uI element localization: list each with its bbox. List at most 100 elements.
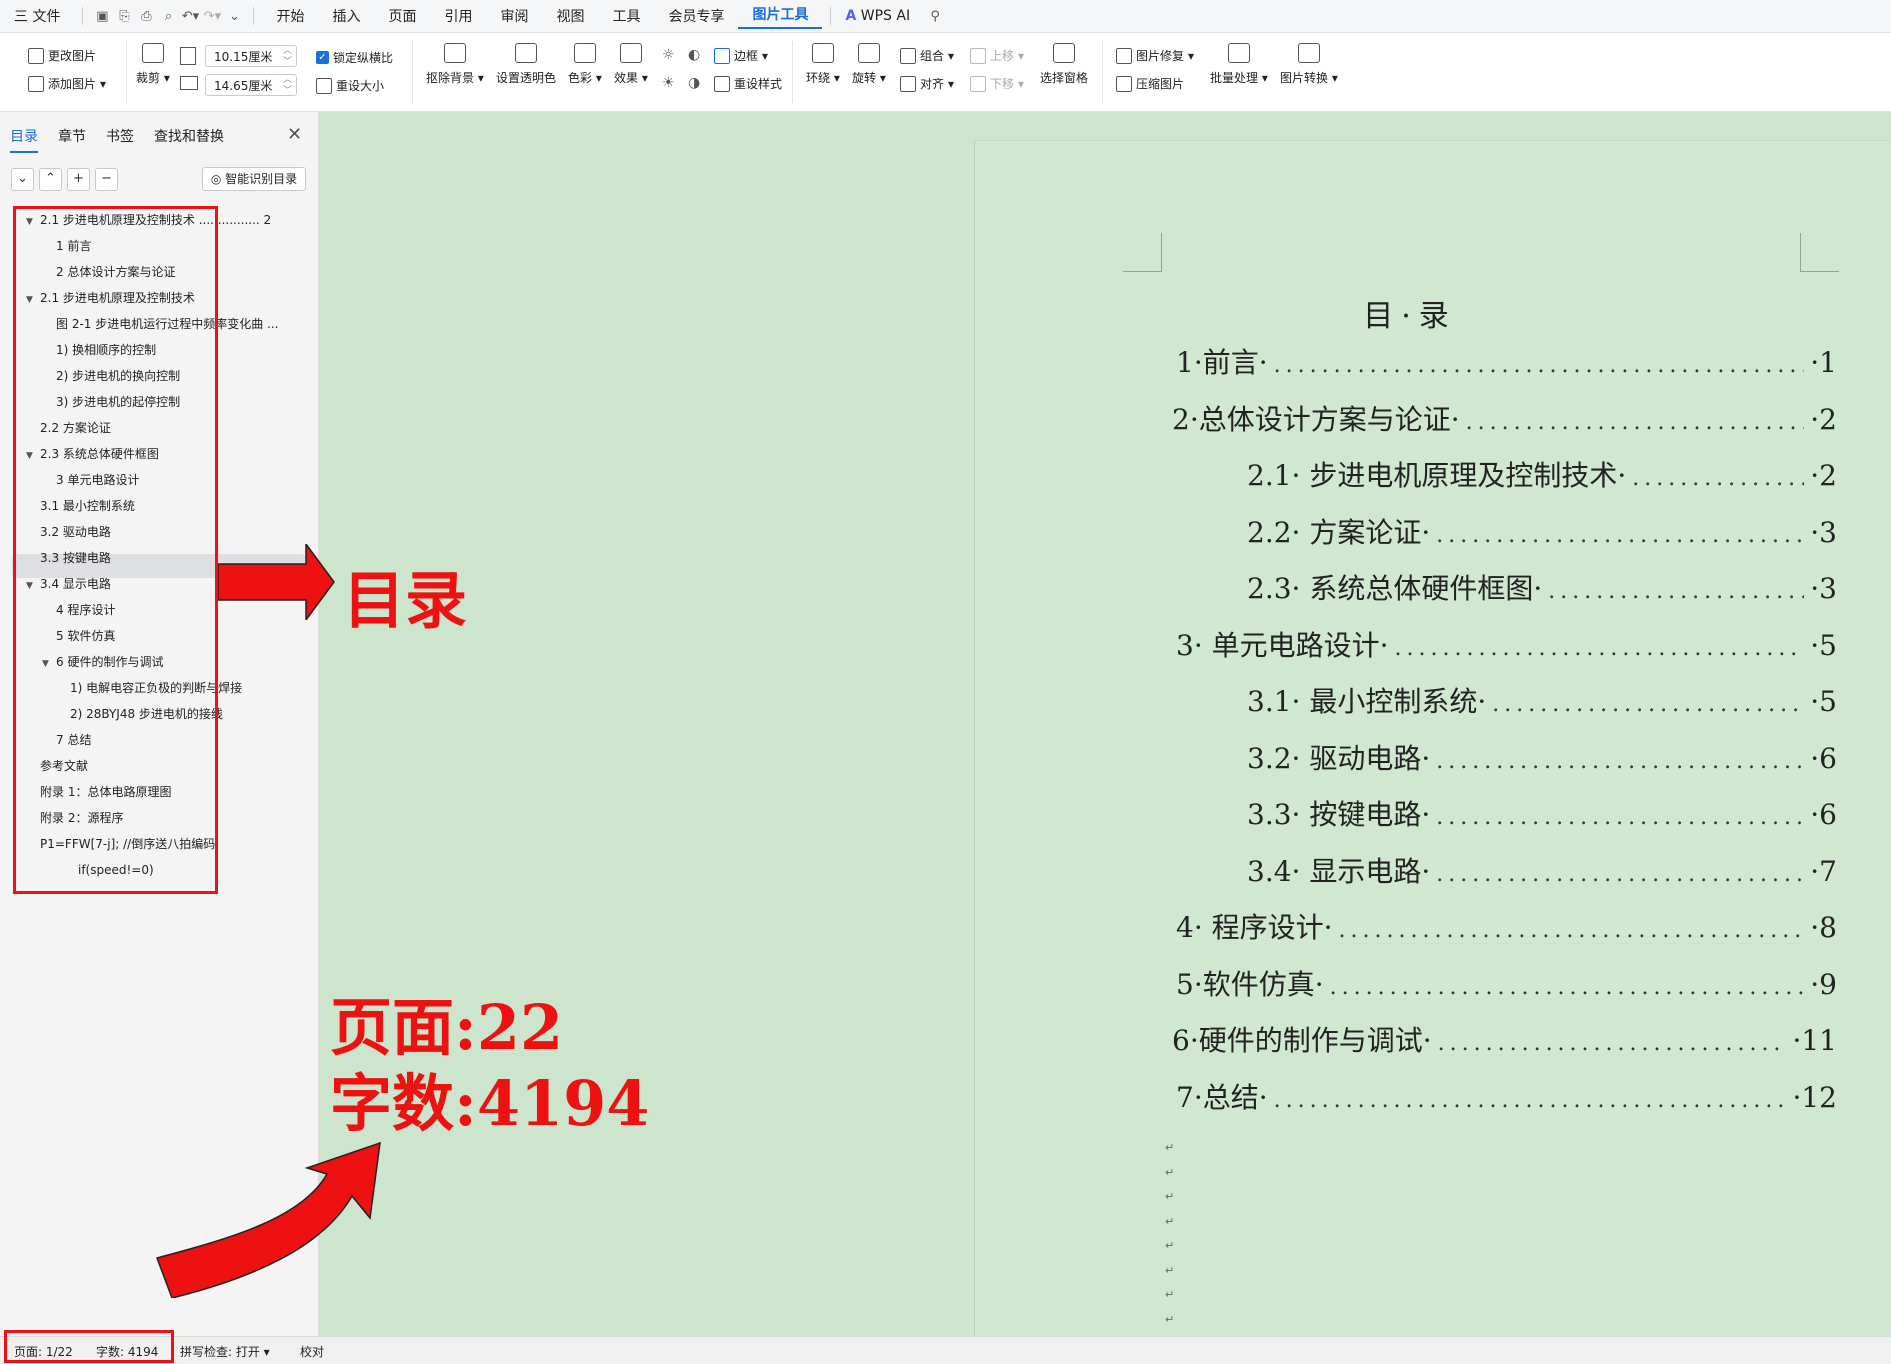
set-transparent-button[interactable]: 设置透明色 bbox=[496, 43, 556, 86]
add-icon[interactable]: + bbox=[67, 168, 90, 191]
border-button[interactable]: 边框 ▾ bbox=[714, 47, 768, 64]
tab-picture-tools[interactable]: 图片工具 bbox=[738, 4, 823, 29]
annotation-word-count: 字数:4194 bbox=[330, 1067, 650, 1140]
move-up-label: 上移 bbox=[990, 49, 1015, 63]
doc-toc-entry: 2.2· 方案论证·..............................… bbox=[1247, 511, 1837, 551]
batch-button[interactable]: 批量处理 ▾ bbox=[1210, 43, 1268, 86]
wps-ai-logo-icon: A bbox=[845, 8, 857, 24]
chevron-up-icon[interactable]: ⌃ bbox=[39, 168, 62, 191]
tab-insert[interactable]: 插入 bbox=[318, 6, 374, 26]
smart-toc-button[interactable]: ◎ 智能识别目录 bbox=[202, 167, 306, 191]
reset-style-button[interactable]: 重设样式 bbox=[714, 75, 782, 92]
undo-icon[interactable]: ↶▾ bbox=[179, 9, 201, 24]
tab-home[interactable]: 开始 bbox=[262, 6, 318, 26]
compress-button[interactable]: 压缩图片 bbox=[1116, 75, 1184, 92]
print-preview-icon[interactable]: ⌕ bbox=[157, 9, 179, 24]
width-input[interactable]: 10.15厘米 ︿ ﹀ bbox=[205, 45, 297, 67]
crop-icon bbox=[141, 43, 164, 63]
doc-toc-entry-label: 4· 程序设计· bbox=[1176, 911, 1333, 944]
proofread-button[interactable]: 校对 bbox=[300, 1343, 324, 1360]
group-label: 组合 bbox=[920, 49, 945, 63]
tab-chapters[interactable]: 章节 bbox=[58, 126, 86, 153]
wrap-label: 环绕 bbox=[806, 71, 831, 85]
search-icon[interactable]: ⚲ bbox=[924, 9, 946, 24]
tab-bookmarks[interactable]: 书签 bbox=[106, 126, 134, 153]
tab-tools[interactable]: 工具 bbox=[598, 6, 654, 26]
image-repair-button[interactable]: 图片修复 ▾ bbox=[1116, 47, 1194, 64]
export-icon[interactable]: ⎘ bbox=[113, 9, 135, 24]
lock-ratio-checkbox[interactable]: ✓ 锁定纵横比 bbox=[316, 49, 393, 66]
document-canvas: 目·录 1·前言·...............................… bbox=[319, 112, 1891, 1337]
doc-toc-entry-page: ·3 bbox=[1810, 572, 1837, 605]
color-label: 色彩 bbox=[568, 71, 593, 85]
dot-leader: ........................................… bbox=[1465, 409, 1805, 435]
tab-find-replace[interactable]: 查找和替换 bbox=[154, 126, 224, 153]
selection-pane-button[interactable]: 选择窗格 bbox=[1040, 43, 1088, 86]
doc-toc-entry-page: ·1 bbox=[1810, 346, 1837, 379]
tab-review[interactable]: 审阅 bbox=[486, 6, 542, 26]
wrap-button[interactable]: 环绕 ▾ bbox=[806, 43, 840, 86]
image-repair-label: 图片修复 bbox=[1136, 49, 1185, 63]
doc-toc-entry-label: 2.2· 方案论证· bbox=[1247, 515, 1431, 549]
doc-toc-entry-label: 3· 单元电路设计· bbox=[1176, 628, 1389, 662]
doc-toc-entry: 2.1· 步进电机原理及控制技术·.......................… bbox=[1247, 454, 1837, 494]
dot-leader: ........................................… bbox=[1548, 579, 1804, 604]
reset-size-label: 重设大小 bbox=[336, 79, 385, 93]
doc-toc-entry: 7·总结·...................................… bbox=[1176, 1076, 1837, 1116]
close-icon[interactable]: ✕ bbox=[287, 124, 302, 145]
redo-icon[interactable]: ↷▾ bbox=[201, 9, 223, 24]
tab-view[interactable]: 视图 bbox=[542, 6, 598, 26]
paragraph-mark-icon: ↵ bbox=[1165, 1141, 1175, 1154]
dot-leader: ........................................… bbox=[1436, 805, 1804, 830]
wps-ai-button[interactable]: A WPS AI bbox=[839, 8, 924, 24]
smart-toc-icon: ◎ bbox=[210, 172, 222, 186]
doc-toc-entry-page: ·6 bbox=[1810, 741, 1837, 775]
save-icon[interactable]: ▣ bbox=[91, 9, 113, 24]
spin-arrows-icon[interactable]: ︿ ﹀ bbox=[283, 46, 292, 68]
add-image-button[interactable]: 添加图片 ▾ bbox=[28, 75, 106, 92]
move-up-button[interactable]: 上移 ▾ bbox=[970, 47, 1024, 64]
effects-button[interactable]: 效果 ▾ bbox=[614, 43, 648, 86]
curved-arrow-icon bbox=[156, 1141, 381, 1298]
collapse-chevron-down-icon[interactable]: ⌄ bbox=[11, 168, 34, 191]
rotate-button[interactable]: 旋转 ▾ bbox=[852, 43, 886, 86]
brightness-up-icon[interactable]: ☼ bbox=[662, 47, 675, 63]
tab-page[interactable]: 页面 bbox=[374, 6, 430, 26]
file-menu[interactable]: 三 文件 bbox=[0, 6, 74, 26]
annotation-page-count: 页面:22 bbox=[330, 991, 564, 1064]
tab-references[interactable]: 引用 bbox=[430, 6, 486, 26]
dot-leader: ........................................… bbox=[1273, 353, 1805, 378]
paragraph-mark-icon: ↵ bbox=[1165, 1288, 1175, 1301]
spell-check-toggle[interactable]: 拼写检查: 打开 ▾ bbox=[180, 1343, 270, 1360]
doc-toc-entry: 5·软件仿真·.................................… bbox=[1176, 963, 1837, 1003]
move-down-button[interactable]: 下移 ▾ bbox=[970, 75, 1024, 92]
remove-bg-label: 抠除背景 bbox=[426, 71, 475, 85]
remove-bg-button[interactable]: 抠除背景 ▾ bbox=[426, 43, 484, 86]
crop-button[interactable]: 裁剪 ▾ bbox=[136, 43, 170, 86]
spin-arrows-icon[interactable]: ︿ ﹀ bbox=[283, 75, 292, 97]
contrast-down-icon[interactable]: ◑ bbox=[688, 75, 700, 91]
doc-toc-entry-label: 6·硬件的制作与调试· bbox=[1172, 1024, 1432, 1057]
divider bbox=[82, 7, 84, 25]
doc-toc-entry: 6·硬件的制作与调试·.............................… bbox=[1172, 1019, 1837, 1059]
convert-button[interactable]: 图片转换 ▾ bbox=[1280, 43, 1338, 86]
doc-toc-entry-label: 3.1· 最小控制系统· bbox=[1247, 685, 1487, 718]
print-icon[interactable]: ⎙ bbox=[135, 9, 157, 24]
height-input[interactable]: 14.65厘米 ︿ ﹀ bbox=[205, 74, 297, 96]
tab-toc[interactable]: 目录 bbox=[10, 126, 38, 153]
dot-leader: ........................................… bbox=[1437, 1031, 1787, 1056]
crop-label: 裁剪 bbox=[136, 71, 161, 85]
reset-size-button[interactable]: 重设大小 bbox=[316, 77, 384, 94]
paragraph-mark-icon: ↵ bbox=[1165, 1214, 1175, 1228]
more-chevron-icon[interactable]: ⌄ bbox=[223, 9, 245, 24]
brightness-down-icon[interactable]: ☀ bbox=[662, 75, 675, 91]
tab-member[interactable]: 会员专享 bbox=[654, 6, 738, 26]
annotation-box-toc bbox=[13, 206, 218, 894]
align-button[interactable]: 对齐 ▾ bbox=[900, 75, 954, 92]
change-image-button[interactable]: 更改图片 bbox=[28, 47, 96, 64]
group-button[interactable]: 组合 ▾ bbox=[900, 47, 954, 64]
contrast-up-icon[interactable]: ◐ bbox=[688, 47, 700, 63]
doc-toc-entry-page: ·3 bbox=[1810, 515, 1837, 549]
remove-icon[interactable]: − bbox=[95, 168, 118, 191]
color-button[interactable]: 色彩 ▾ bbox=[568, 43, 602, 86]
